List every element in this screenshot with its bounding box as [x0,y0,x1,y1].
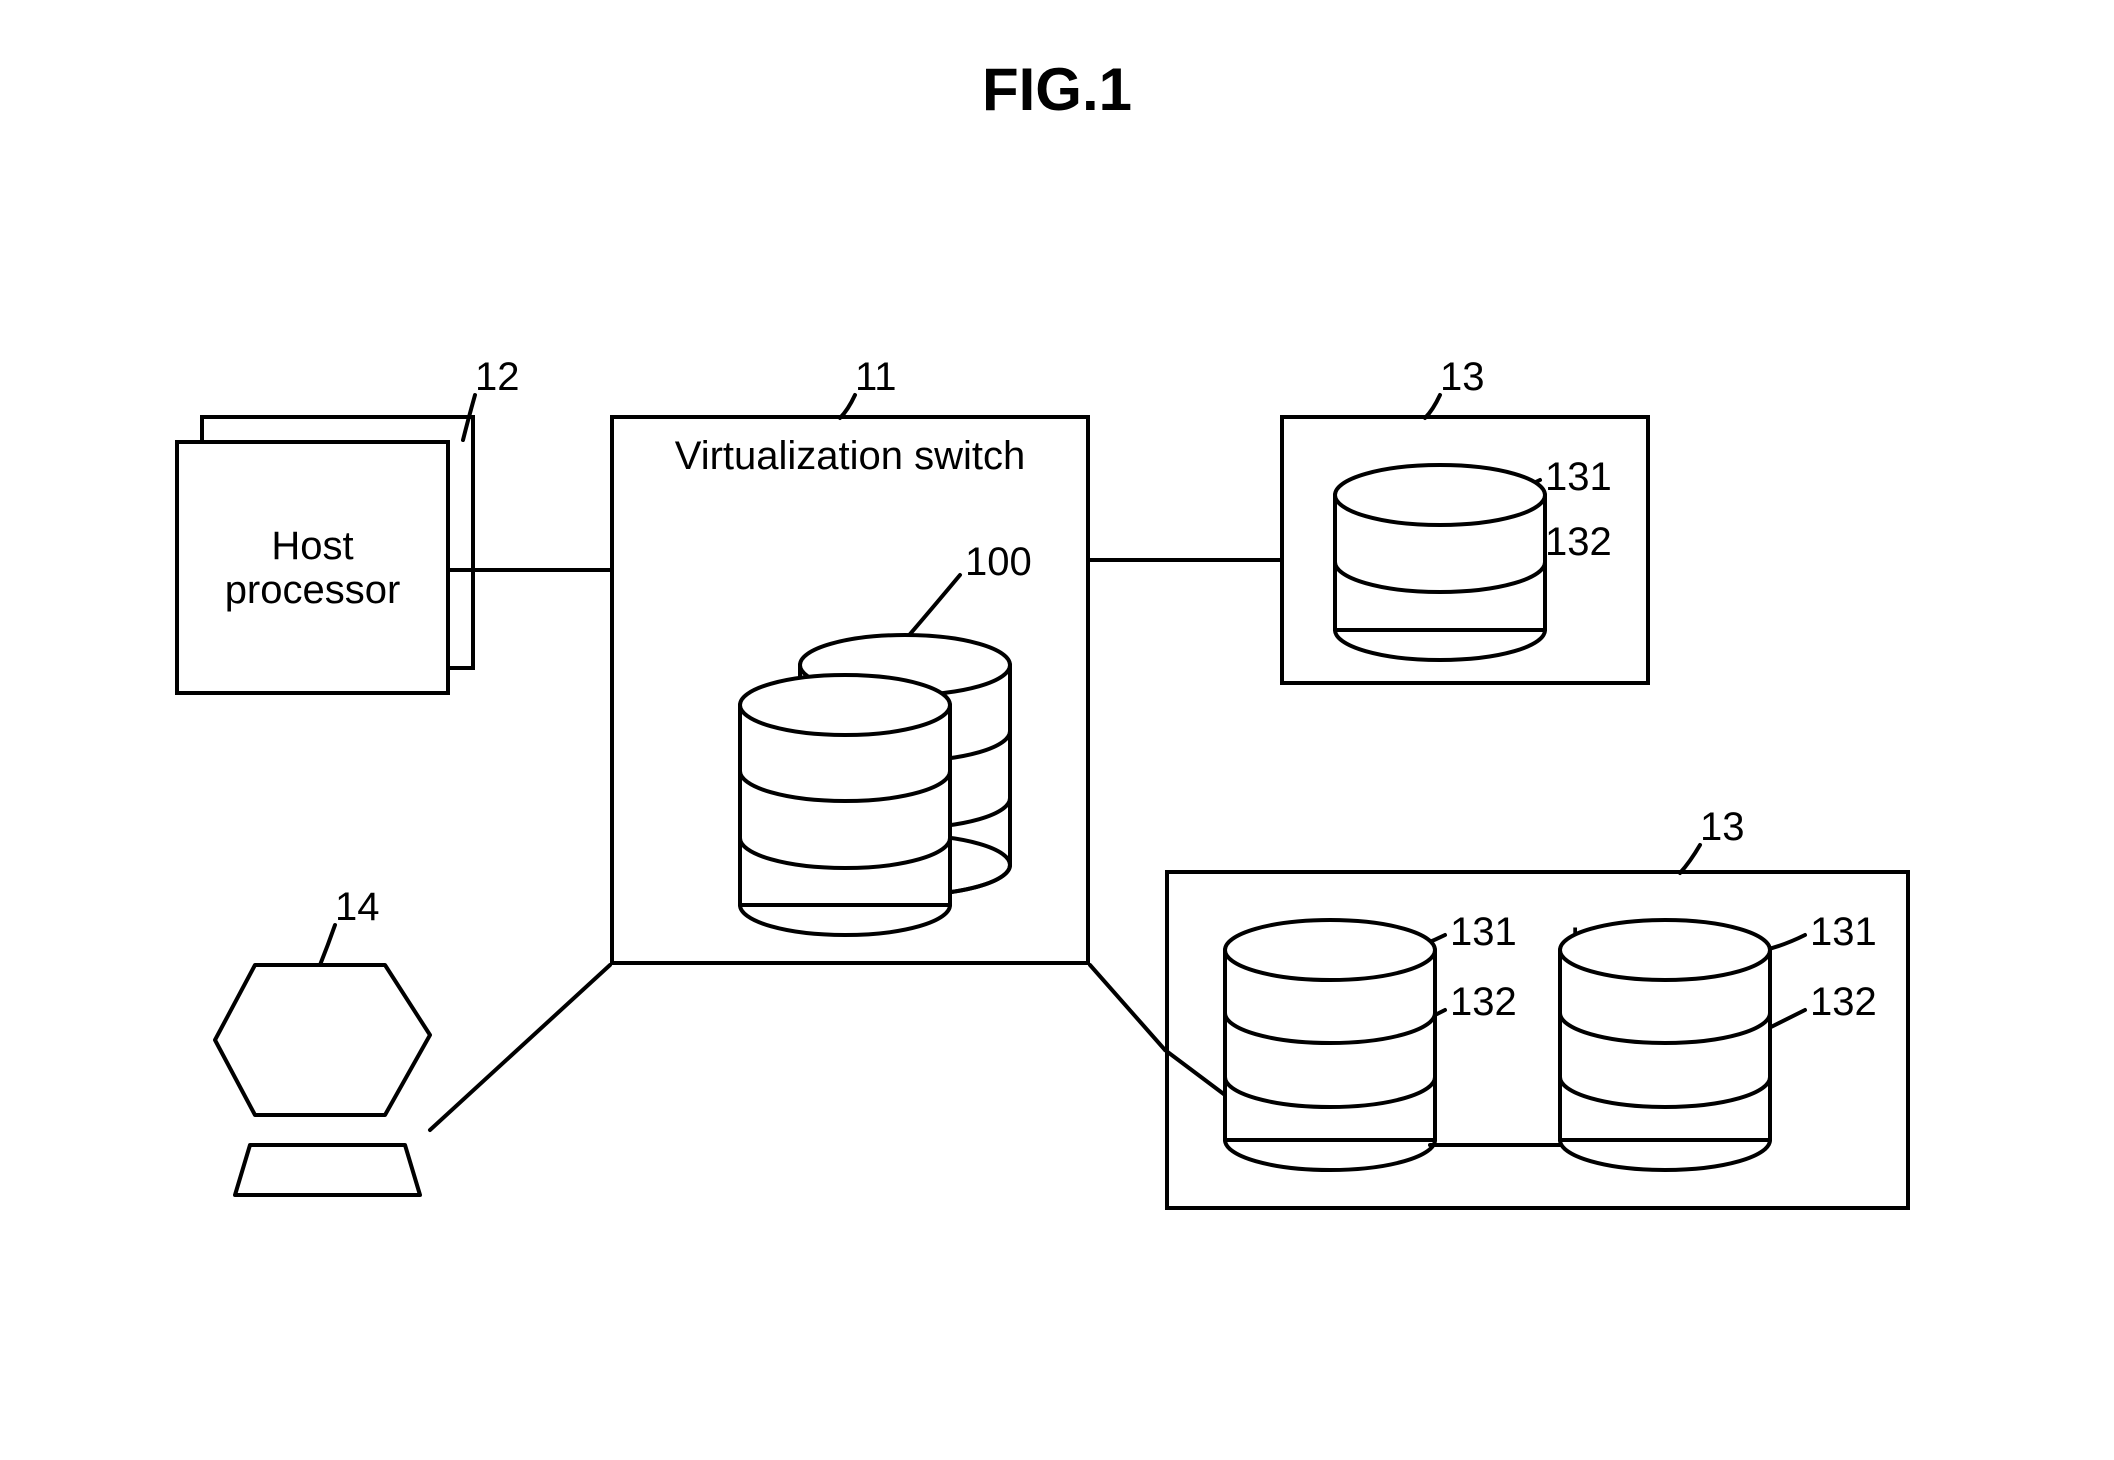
switch-disk-ref-label: 100 [965,540,1032,585]
terminal-ref-label: 14 [335,885,380,930]
host-ref-label: 12 [475,355,520,400]
switch-title: Virtualization switch [614,434,1086,478]
figure-stage: FIG.1 Host processor 12 Virtualization s… [0,0,2114,1460]
storage-bottom-ref-label: 13 [1700,805,1745,850]
host-label-line1: Host [271,524,353,568]
storage-bottom-left-ref-b: 132 [1450,980,1517,1025]
leader-13-bottom [1680,845,1700,873]
storage-top-disk-ref-a: 131 [1545,455,1612,500]
storage-bottom-left-ref-a: 131 [1450,910,1517,955]
switch-box: Virtualization switch [610,415,1090,965]
host-label: Host processor [225,524,401,612]
lu-label: LU [1570,920,1621,965]
conn-switch-storage-bottom [1090,965,1165,1050]
host-label-line2: processor [225,568,401,612]
host-box-front: Host processor [175,440,450,695]
storage-top-ref-label: 13 [1440,355,1485,400]
storage-bottom-box [1165,870,1910,1210]
storage-bottom-right-ref-b: 132 [1810,980,1877,1025]
figure-title: FIG.1 [0,55,2114,124]
storage-bottom-right-ref-a: 131 [1810,910,1877,955]
terminal-icon [215,965,430,1195]
storage-top-disk-ref-b: 132 [1545,520,1612,565]
switch-ref-label: 11 [855,355,897,400]
conn-terminal-switch [430,965,610,1130]
leader-14 [320,925,335,965]
